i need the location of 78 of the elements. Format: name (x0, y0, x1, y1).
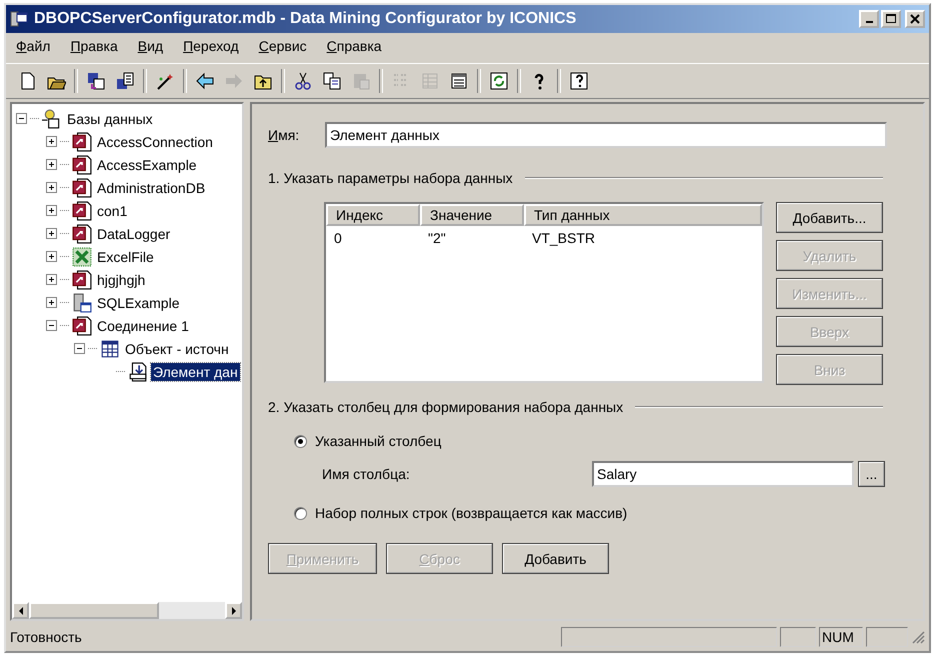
maximize-button[interactable] (881, 10, 901, 28)
column-header[interactable]: Значение (420, 204, 524, 226)
minimize-button[interactable] (859, 10, 879, 28)
horizontal-scrollbar[interactable] (12, 602, 242, 619)
section-heading: 1. Указать параметры набора данных (268, 170, 513, 186)
expand-icon[interactable] (46, 159, 57, 170)
list-action-button[interactable]: Добавить... (776, 202, 883, 233)
expand-icon[interactable] (46, 182, 57, 193)
database-file-icon (72, 178, 92, 198)
tree-item[interactable]: DataLogger (95, 224, 172, 242)
tree-item[interactable]: ExcelFile (95, 248, 156, 266)
close-button[interactable] (905, 10, 925, 28)
status-pane (780, 627, 816, 647)
radio-label[interactable]: Указанный столбец (315, 433, 442, 449)
menu-item[interactable]: Справка (326, 38, 382, 58)
tree-item[interactable]: AccessConnection (95, 132, 215, 150)
database-file-icon (72, 200, 92, 220)
radio-label[interactable]: Набор полных строк (возвращается как массив) (315, 505, 628, 521)
num-lock-indicator: NUM (819, 627, 863, 647)
collapse-icon[interactable] (16, 113, 27, 124)
app-icon (10, 10, 28, 28)
name-field[interactable]: Элемент данных (325, 122, 887, 148)
scroll-left-icon[interactable] (12, 602, 29, 619)
scroll-right-icon[interactable] (225, 602, 242, 619)
status-pane (866, 627, 908, 647)
table-cell: VT_BSTR (532, 230, 596, 246)
section-heading: 2. Указать столбец для формирования набора данных (268, 399, 624, 415)
database-file-icon (72, 270, 92, 290)
database-key-icon (42, 108, 62, 128)
column-name-field[interactable]: Salary (592, 461, 854, 487)
collapse-icon[interactable] (74, 343, 85, 354)
minimize-icon (866, 21, 872, 23)
tree-item[interactable]: Объект - источн (123, 340, 231, 358)
database-file-icon (72, 224, 92, 244)
tree-item[interactable]: Соединение 1 (95, 316, 191, 334)
tree-item[interactable]: hjgjhgjh (95, 270, 148, 288)
database-file-icon (72, 316, 92, 336)
resize-grip-icon[interactable] (911, 630, 925, 644)
menu-item[interactable]: Правка (70, 38, 118, 58)
browse-button[interactable]: ... (858, 461, 885, 487)
menu-item[interactable]: Переход (183, 38, 239, 58)
name-label: Имя: (268, 127, 300, 143)
close-icon (910, 14, 920, 24)
database-file-icon (72, 132, 92, 152)
expand-icon[interactable] (46, 297, 57, 308)
tree-item[interactable]: SQLExample (95, 294, 182, 312)
expand-icon[interactable] (46, 205, 57, 216)
table-icon (100, 338, 120, 358)
table-cell: "2" (428, 230, 446, 246)
expand-icon[interactable] (46, 228, 57, 239)
status-text: Готовность (10, 629, 83, 645)
menu-item[interactable]: Вид (138, 38, 164, 58)
scroll-thumb[interactable] (29, 602, 159, 619)
maximize-icon (886, 14, 896, 24)
tree-item[interactable]: Элемент дан (151, 362, 240, 380)
document-arrow-icon (128, 362, 148, 382)
column-header[interactable]: Индекс (326, 204, 420, 226)
expand-icon[interactable] (46, 274, 57, 285)
table-cell: 0 (334, 230, 342, 246)
radio-button[interactable] (294, 434, 307, 448)
menu-item[interactable]: Файл (16, 38, 50, 58)
server-icon (72, 292, 92, 312)
column-header[interactable]: Тип данных (524, 204, 762, 226)
tree-item[interactable]: con1 (95, 202, 130, 220)
expand-icon[interactable] (46, 251, 57, 262)
column-name-label: Имя столбца: (322, 466, 411, 482)
parameters-list[interactable]: Индекс Значение Тип данных 0 "2" VT_BSTR (324, 202, 764, 383)
spreadsheet-icon (72, 246, 92, 266)
tree-item[interactable]: Базы данных (65, 110, 155, 128)
tree-item[interactable]: AccessExample (95, 156, 199, 174)
menu-item[interactable]: Сервис (258, 38, 307, 58)
expand-icon[interactable] (46, 136, 57, 147)
window-title: DBOPCServerConfigurator.mdb - Data Mining Configurator by ICONICS (34, 10, 578, 28)
collapse-icon[interactable] (46, 320, 57, 331)
form-action-button[interactable]: Добавить (502, 543, 609, 574)
tree-item[interactable]: AdministrationDB (95, 178, 208, 196)
database-file-icon (72, 154, 92, 174)
radio-button[interactable] (294, 506, 307, 520)
